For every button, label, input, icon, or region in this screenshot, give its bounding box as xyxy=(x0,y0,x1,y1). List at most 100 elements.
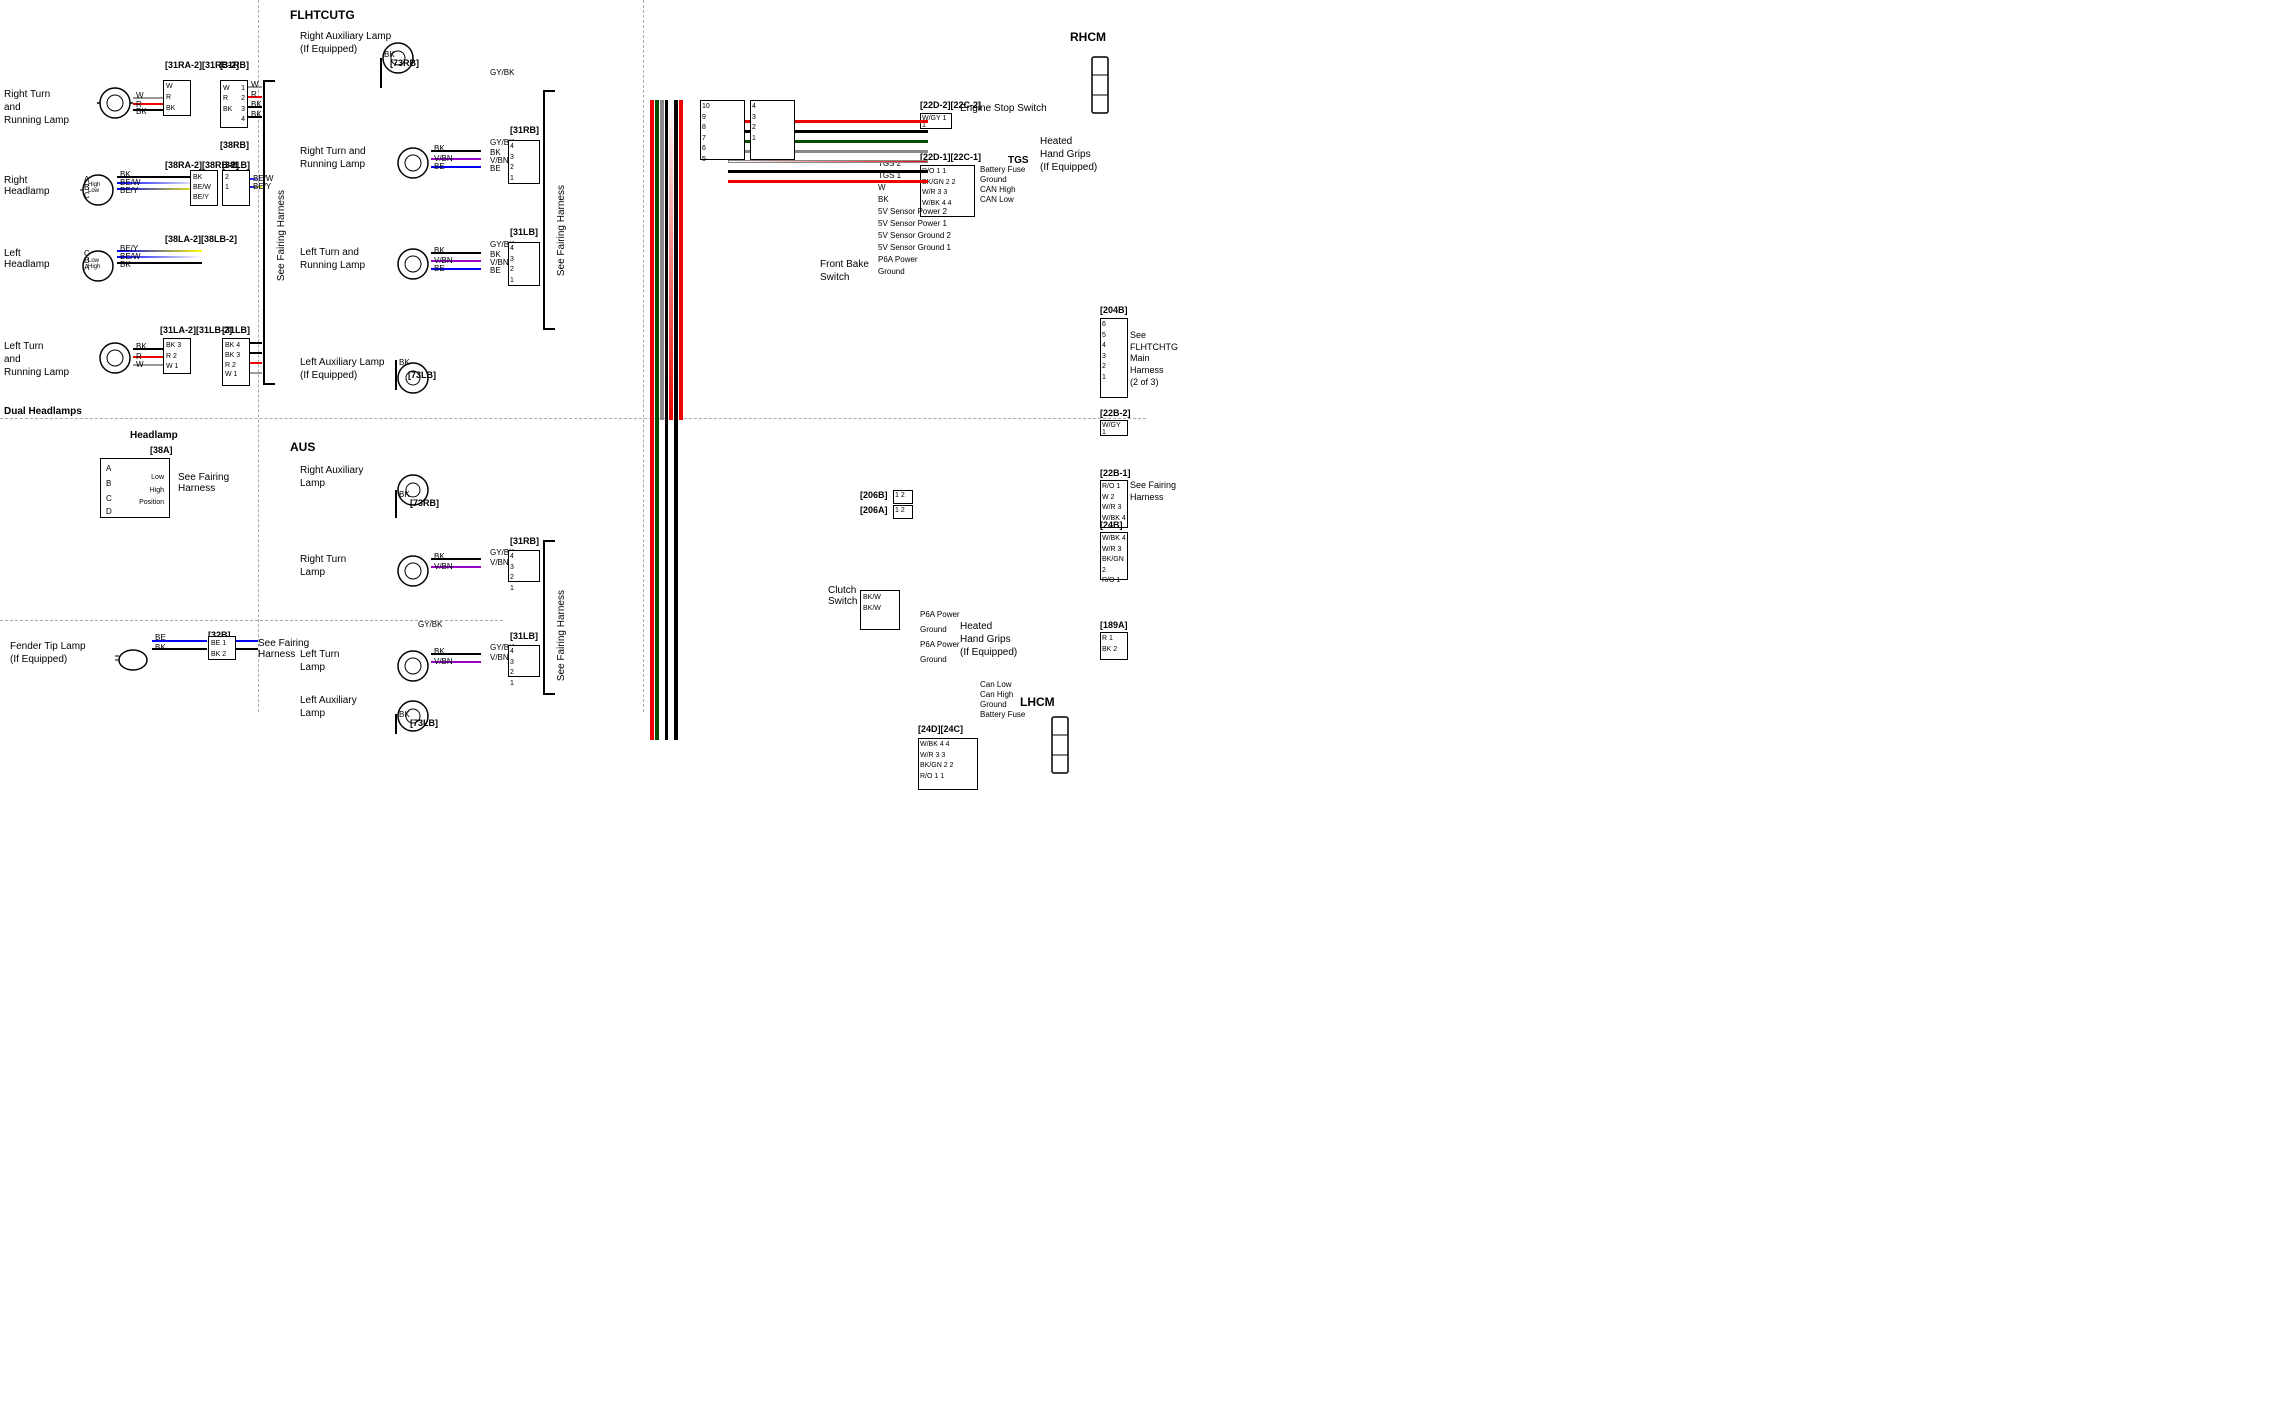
lt-bk-label: BK xyxy=(136,342,147,351)
label-be-rt-flht: BE xyxy=(434,162,445,171)
lt-running-flht-symbol xyxy=(395,246,431,282)
conn-206a-box: 1 2 xyxy=(893,505,913,519)
wire-red2-main xyxy=(679,100,683,420)
wire-out-r: R xyxy=(251,90,257,99)
aus-label: AUS xyxy=(290,440,315,454)
wire-r-31lb-out xyxy=(250,362,262,364)
conn-22b2-label: [22B-2] xyxy=(1100,408,1131,418)
conn-31lb-mid: 4321 xyxy=(508,242,540,286)
right-turn-lamp-label: Right TurnandRunning Lamp xyxy=(4,88,69,127)
right-aux-aus-label: Right AuxiliaryLamp xyxy=(300,464,363,490)
left-turn-aus-label: Left TurnLamp xyxy=(300,648,339,674)
conn-31rb: W1 R2 BK3 4 xyxy=(220,80,248,128)
label-bk-aux-l: BK xyxy=(399,358,410,367)
flhtcutg-label: FLHTCUTG xyxy=(290,8,355,22)
conn-31rb-mid-label: [31RB] xyxy=(510,125,539,135)
label-ground-mid2: Ground xyxy=(920,655,947,664)
lhcm-symbol xyxy=(1050,715,1070,775)
label-battery-fuse-bot: Battery Fuse xyxy=(980,710,1025,719)
wire-label-w: W xyxy=(136,91,144,100)
label-ground-mid: Ground xyxy=(920,625,947,634)
conn-38lb-box: BKBE/WBE/Y xyxy=(190,170,218,206)
vertical-divider-2 xyxy=(643,0,644,712)
tgs-conn-pins2: 4321 xyxy=(750,100,795,160)
wire-dkgreen-main xyxy=(655,100,659,740)
wire-bk-32b-out xyxy=(236,648,258,650)
conn-206b-label: [206B] xyxy=(860,490,888,500)
conn-31rb-aus: 4321 xyxy=(508,550,540,582)
label-gybk-r-top: GY/BK xyxy=(490,68,514,77)
conn-31lb-aus-label: [31LB] xyxy=(510,631,538,641)
see-flhtchtg-label: SeeFLHTCHTGMainHarness(2 of 3) xyxy=(1130,330,1178,388)
wire-bk-raux-aus-v xyxy=(395,490,397,518)
wire-w-31lb-out xyxy=(250,372,262,374)
clutch-switch-box: BK/WBK/W xyxy=(860,590,900,630)
lt-w-label: W xyxy=(136,360,144,369)
conn-73lb-label: [73LB] xyxy=(408,370,436,380)
conn-31lb-label: [31LB] xyxy=(222,325,250,335)
conn-73rb-top-label: [73RB] xyxy=(390,58,419,68)
conn-189a-box: R 1BK 2 xyxy=(1100,632,1128,660)
label-bk-lh: BK xyxy=(120,260,131,269)
label-ground-bot: Ground xyxy=(980,700,1007,709)
rt-running-flht-symbol xyxy=(395,145,431,181)
label-p6a-power2: P6A Power xyxy=(920,640,960,649)
label-gybk-lt-aus2: GY/BK xyxy=(418,620,442,629)
rt-running-flht-label: Right Turn andRunning Lamp xyxy=(300,145,366,171)
fairing-harness-bracket-mid xyxy=(543,90,555,330)
rhcm-label: RHCM xyxy=(1070,30,1106,44)
conn-73lb-aus-label: [73LB] xyxy=(410,718,438,728)
fairing-harness-label-left: See Fairing Harness xyxy=(276,190,287,281)
wire-bey-rh-label: BE/Y xyxy=(120,186,138,195)
tgs-conn-pins: 1098765 xyxy=(700,100,745,160)
rh-c-label: C xyxy=(84,191,90,200)
see-fairing-mid-label: See Fairing Harness xyxy=(556,185,567,276)
wire-bk2-31lb-out xyxy=(250,352,262,354)
conn-24b-label: [24B] xyxy=(1100,520,1123,530)
left-turn-lamp-symbol xyxy=(97,340,133,376)
conn-38lb-label: [38LB] xyxy=(222,160,250,170)
wire-bk-aux-l-v xyxy=(395,360,397,390)
wire-out-w: W xyxy=(251,80,259,89)
lt-aux-lamp-label: Left Auxiliary Lamp(If Equipped) xyxy=(300,356,385,382)
lh-a-label: A xyxy=(84,263,89,272)
label-bk-fender: BK xyxy=(155,643,166,652)
conn-189a-label: [189A] xyxy=(1100,620,1128,630)
conn-31lb: BK 4BK 3R 2W 1 xyxy=(222,338,250,386)
conn-31rb2: W R BK xyxy=(163,80,191,116)
conn-24d-24c-box: W/BK 4 4W/R 3 3BK/GN 2 2R/O 1 1 xyxy=(918,738,978,790)
fender-tip-label: Fender Tip Lamp(If Equipped) xyxy=(10,640,86,666)
label-can-high-top: CAN High xyxy=(980,185,1016,194)
label-bk-lt-aus: BK xyxy=(434,647,445,656)
label-vbn-rt-aus: V/BN xyxy=(434,562,453,571)
fairing-harness-bracket-aus xyxy=(543,540,555,695)
label-bk-lt-flht: BK xyxy=(434,246,445,255)
conn-24b-box: W/BK 4W/R 3BK/GN 2R/O 1 xyxy=(1100,532,1128,580)
label-be-lt-flht: BE xyxy=(434,264,445,273)
label-bk-rt-aus: BK xyxy=(434,552,445,561)
horizontal-divider-1 xyxy=(0,418,1146,419)
label-battery-fuse-top: Battery Fuse xyxy=(980,165,1025,174)
wire-bk-aux-r-v xyxy=(380,58,382,88)
rhcm-symbol xyxy=(1090,55,1110,115)
wire-black-main xyxy=(665,100,668,740)
conn-206a-label: [206A] xyxy=(860,505,888,515)
wire-gray-main xyxy=(660,100,664,420)
heated-grips-bot-label: HeatedHand Grips(If Equipped) xyxy=(960,620,1017,659)
engine-stop-switch-label: Engine Stop Switch xyxy=(960,103,1047,114)
conn-38rb-label: [38RB] xyxy=(220,140,249,150)
label-can-low-bot: Can Low xyxy=(980,680,1012,689)
dual-headlamps-label: Dual Headlamps xyxy=(4,406,82,417)
label-bk-raux-aus: BK xyxy=(399,490,410,499)
conn-206b-box: 1 2 xyxy=(893,490,913,504)
lhcm-label: LHCM xyxy=(1020,695,1055,709)
label-ground-top: Ground xyxy=(980,175,1007,184)
headlamp-bottom-label: Headlamp xyxy=(130,430,178,441)
left-turn-aus-symbol xyxy=(395,648,431,684)
conn-31lb-mid-label: [31LB] xyxy=(510,227,538,237)
label-can-high-bot: Can High xyxy=(980,690,1013,699)
conn-24d-24c-label: [24D][24C] xyxy=(918,724,963,734)
label-be-fender: BE xyxy=(155,633,166,642)
conn-38lb2: 21 xyxy=(222,170,250,206)
right-turn-lamp-symbol xyxy=(97,85,133,121)
